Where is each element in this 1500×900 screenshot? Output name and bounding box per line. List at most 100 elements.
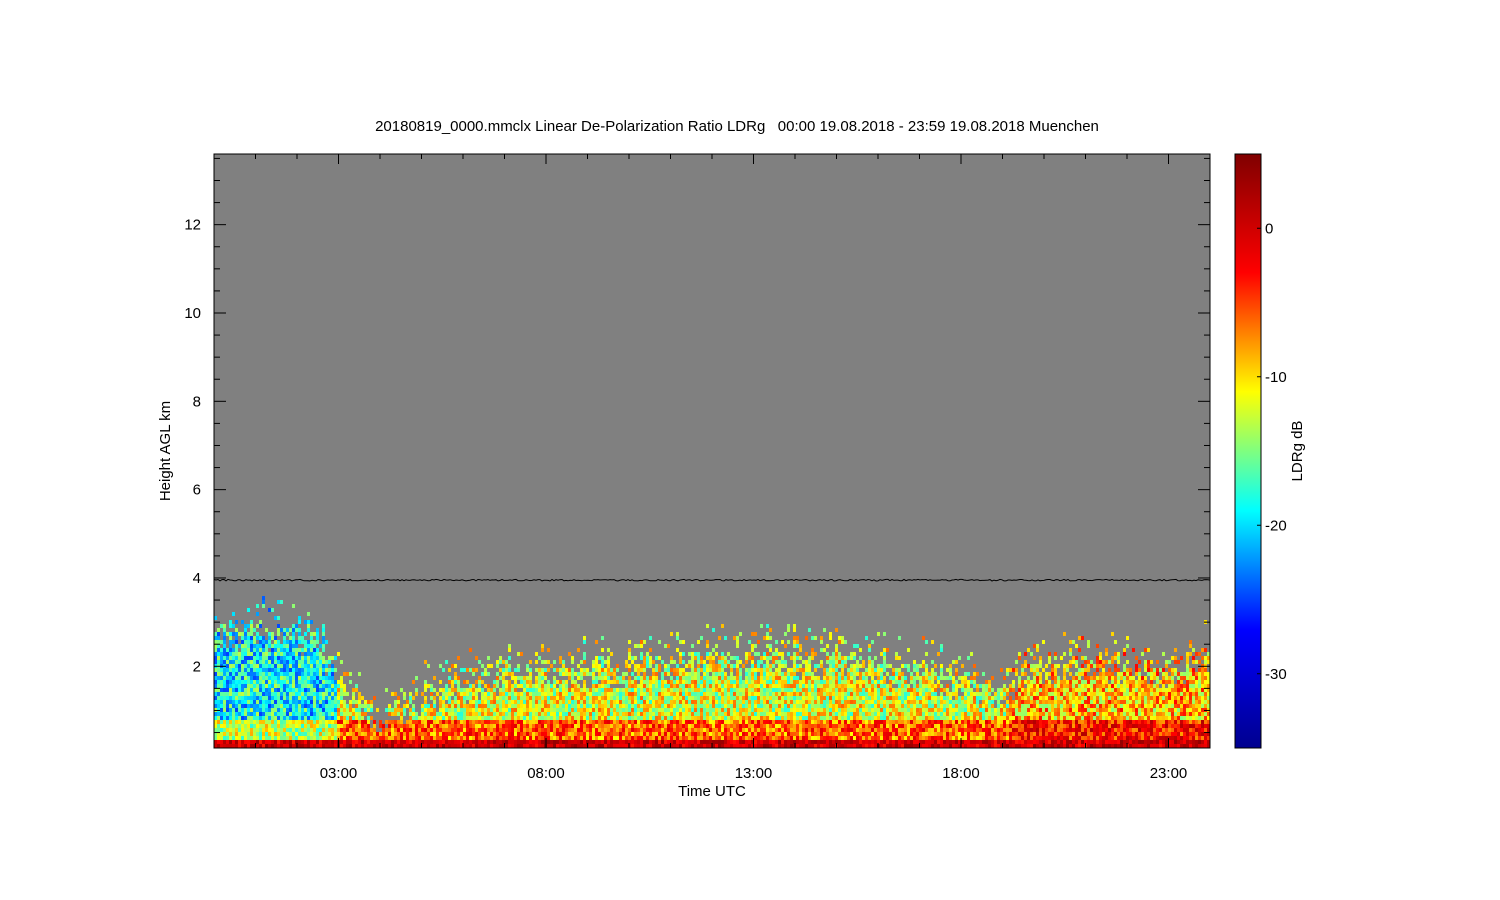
heatmap-cell (805, 660, 808, 664)
heatmap-cell (703, 704, 706, 708)
heatmap-cell (310, 640, 313, 644)
heatmap-cell (283, 684, 286, 688)
heatmap-cell (268, 632, 271, 636)
heatmap-cell (334, 716, 337, 720)
heatmap-cell (442, 728, 445, 732)
heatmap-cell (247, 712, 250, 716)
heatmap-cell (502, 676, 505, 680)
heatmap-cell (262, 688, 265, 692)
heatmap-cell (778, 736, 781, 740)
heatmap-cell (328, 700, 331, 704)
heatmap-cell (562, 704, 565, 708)
heatmap-cell (754, 720, 757, 724)
heatmap-cell (223, 656, 226, 660)
heatmap-cell (535, 732, 538, 736)
heatmap-cell (529, 720, 532, 724)
heatmap-cell (904, 712, 907, 716)
heatmap-cell (244, 648, 247, 652)
heatmap-cell (337, 652, 340, 656)
heatmap-cell (793, 636, 796, 640)
heatmap-cell (307, 656, 310, 660)
heatmap-cell (778, 700, 781, 704)
heatmap-cell (916, 744, 919, 748)
heatmap-cell (739, 676, 742, 680)
heatmap-cell (253, 708, 256, 712)
heatmap-cell (436, 728, 439, 732)
heatmap-cell (259, 696, 262, 700)
heatmap-cell (676, 708, 679, 712)
heatmap-cell (271, 660, 274, 664)
heatmap-cell (625, 680, 628, 684)
heatmap-cell (892, 676, 895, 680)
heatmap-cell (232, 684, 235, 688)
heatmap-cell (289, 700, 292, 704)
heatmap-cell (223, 716, 226, 720)
heatmap-cell (286, 736, 289, 740)
heatmap-cell (916, 692, 919, 696)
heatmap-cell (772, 736, 775, 740)
heatmap-cell (403, 732, 406, 736)
heatmap-cell (673, 696, 676, 700)
heatmap-cell (313, 716, 316, 720)
heatmap-cell (268, 672, 271, 676)
heatmap-cell (493, 700, 496, 704)
heatmap-cell (826, 644, 829, 648)
heatmap-cell (805, 720, 808, 724)
heatmap-cell (844, 676, 847, 680)
heatmap-cell (724, 680, 727, 684)
heatmap-cell (637, 732, 640, 736)
heatmap-cell (631, 692, 634, 696)
heatmap-cell (799, 716, 802, 720)
heatmap-cell (295, 664, 298, 668)
heatmap-cell (370, 732, 373, 736)
heatmap-cell (874, 736, 877, 740)
heatmap-cell (445, 732, 448, 736)
heatmap-cell (454, 672, 457, 676)
heatmap-cell (358, 728, 361, 732)
heatmap-cell (547, 648, 550, 652)
heatmap-cell (397, 724, 400, 728)
heatmap-cell (766, 676, 769, 680)
heatmap-cell (787, 676, 790, 680)
heatmap-cell (532, 720, 535, 724)
heatmap-cell (349, 716, 352, 720)
heatmap-cell (862, 680, 865, 684)
heatmap-cell (730, 744, 733, 748)
heatmap-cell (379, 736, 382, 740)
heatmap-cell (676, 696, 679, 700)
heatmap-cell (679, 740, 682, 744)
heatmap-cell (541, 708, 544, 712)
heatmap-cell (433, 708, 436, 712)
heatmap-cell (535, 692, 538, 696)
heatmap-cell (457, 688, 460, 692)
heatmap-cell (517, 724, 520, 728)
heatmap-cell (844, 660, 847, 664)
heatmap-cell (271, 688, 274, 692)
heatmap-cell (571, 660, 574, 664)
heatmap-cell (478, 676, 481, 680)
heatmap-cell (289, 708, 292, 712)
heatmap-cell (520, 712, 523, 716)
heatmap-cell (292, 700, 295, 704)
heatmap-cell (280, 732, 283, 736)
heatmap-cell (622, 716, 625, 720)
heatmap-cell (226, 632, 229, 636)
heatmap-cell (316, 696, 319, 700)
heatmap-cell (526, 716, 529, 720)
heatmap-cell (670, 684, 673, 688)
heatmap-cell (337, 728, 340, 732)
heatmap-cell (676, 636, 679, 640)
heatmap-cell (478, 720, 481, 724)
heatmap-cell (298, 652, 301, 656)
heatmap-cell (616, 708, 619, 712)
heatmap-cell (730, 664, 733, 668)
heatmap-cell (697, 740, 700, 744)
heatmap-cell (358, 696, 361, 700)
heatmap-cell (328, 688, 331, 692)
heatmap-cell (922, 716, 925, 720)
heatmap-cell (289, 660, 292, 664)
heatmap-cell (670, 728, 673, 732)
heatmap-cell (592, 660, 595, 664)
heatmap-cell (784, 660, 787, 664)
heatmap-cell (862, 724, 865, 728)
